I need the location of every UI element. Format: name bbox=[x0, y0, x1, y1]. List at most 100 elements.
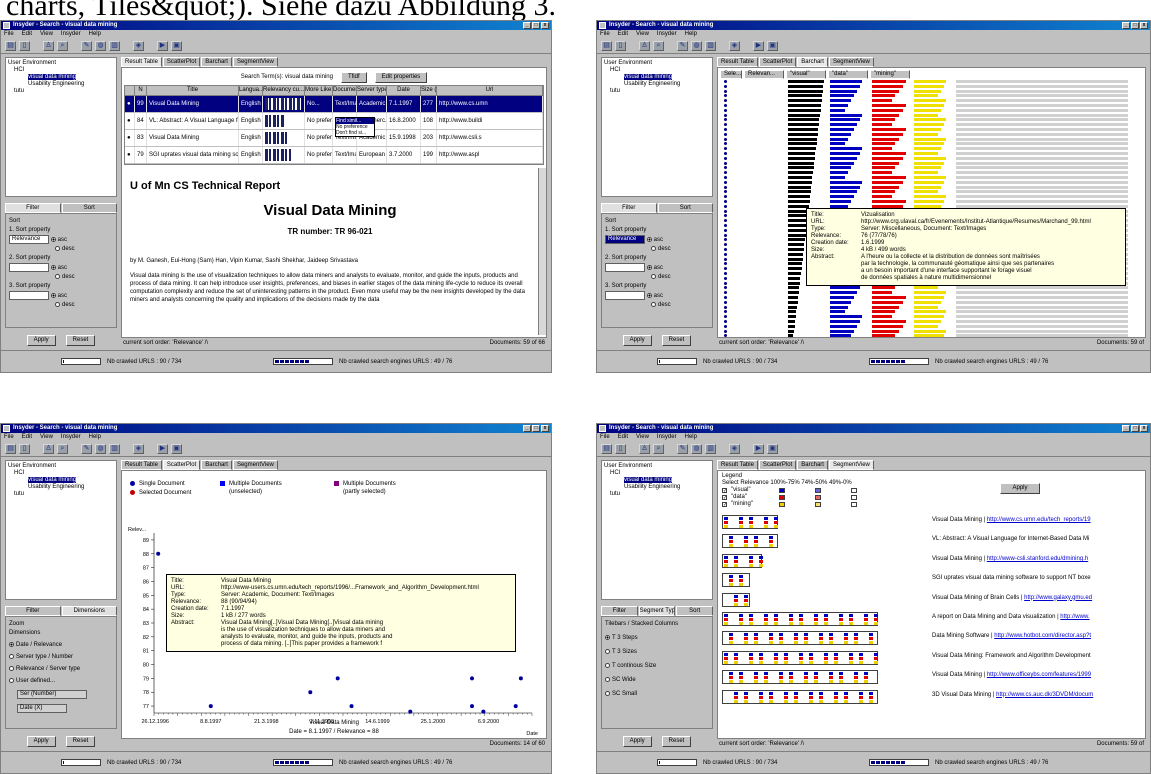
col-header[interactable]: Url bbox=[437, 86, 543, 95]
bar-segment[interactable] bbox=[830, 147, 863, 151]
reset-button[interactable]: Reset bbox=[65, 334, 96, 346]
bar-segment[interactable] bbox=[914, 94, 938, 98]
new-search-icon[interactable]: ▤ bbox=[5, 444, 16, 454]
bar-segment[interactable] bbox=[788, 267, 802, 271]
search-icon[interactable]: ⌕ bbox=[653, 41, 664, 51]
dim-radio[interactable] bbox=[9, 653, 14, 659]
bar-segment[interactable] bbox=[914, 80, 947, 83]
row-url[interactable]: http://www.csli.s bbox=[437, 130, 543, 146]
menu-file[interactable]: File bbox=[4, 433, 14, 441]
bar-segment[interactable] bbox=[872, 286, 896, 290]
select-marker[interactable] bbox=[724, 272, 727, 275]
bar-segment[interactable] bbox=[788, 262, 803, 266]
close-button[interactable]: x bbox=[541, 425, 549, 432]
select-marker[interactable] bbox=[724, 334, 727, 337]
tab-scatterplot[interactable]: ScatterPlot bbox=[758, 460, 797, 470]
asc-radio-1[interactable] bbox=[50, 237, 56, 242]
select-marker[interactable] bbox=[724, 267, 727, 271]
segment-doc-label[interactable]: Visual Data Mining: Framework and Algori… bbox=[932, 653, 1091, 659]
menu-edit[interactable]: Edit bbox=[22, 30, 32, 38]
bar-segment[interactable] bbox=[830, 99, 851, 103]
menu-help[interactable]: Help bbox=[89, 433, 101, 441]
tilebar[interactable] bbox=[722, 553, 763, 568]
bar-segment[interactable] bbox=[872, 334, 896, 337]
bar-segment[interactable] bbox=[830, 166, 851, 170]
select-marker[interactable] bbox=[724, 132, 727, 136]
select-marker[interactable] bbox=[724, 195, 727, 199]
bar-segment[interactable] bbox=[914, 104, 944, 107]
globe-icon[interactable]: ◍ bbox=[95, 444, 106, 454]
col-header[interactable]: Size ( bbox=[421, 86, 437, 95]
tree-hci[interactable]: HCI bbox=[8, 67, 114, 74]
tab-segmentview[interactable]: SegmentView bbox=[232, 57, 278, 67]
tab-segment-types[interactable]: Segment Types bbox=[638, 606, 676, 616]
scatter-point[interactable] bbox=[156, 551, 161, 556]
tilebar[interactable] bbox=[722, 592, 750, 607]
bar-segment[interactable] bbox=[830, 118, 860, 122]
reset-button[interactable]: Reset bbox=[661, 334, 692, 346]
bar-segment[interactable] bbox=[872, 84, 903, 88]
segment-doc-label[interactable]: Visual Data Mining | http://www.cs.umn.e… bbox=[932, 517, 1091, 523]
scatter-point[interactable] bbox=[481, 709, 486, 714]
bar-segment[interactable] bbox=[788, 200, 810, 203]
edit-icon[interactable]: ✎ bbox=[677, 41, 688, 51]
row-more[interactable]: No prefere... bbox=[305, 130, 333, 146]
tile-radio[interactable] bbox=[605, 634, 610, 640]
book-icon[interactable]: ▥ bbox=[109, 41, 120, 51]
bar-segment[interactable] bbox=[872, 200, 907, 203]
bar-segment[interactable] bbox=[872, 80, 907, 83]
bar-segment[interactable] bbox=[872, 166, 896, 170]
bar-segment[interactable] bbox=[830, 180, 863, 184]
bar-segment[interactable] bbox=[788, 84, 824, 88]
minimize-button[interactable]: _ bbox=[523, 425, 531, 432]
select-marker[interactable] bbox=[724, 94, 727, 98]
bar-segment[interactable] bbox=[872, 305, 899, 309]
sort-property-1-select[interactable]: Relevance bbox=[9, 235, 49, 244]
edit-icon[interactable]: ✎ bbox=[81, 41, 92, 51]
col-header[interactable]: Relevan... bbox=[744, 70, 784, 79]
bar-segment[interactable] bbox=[788, 243, 805, 247]
select-marker[interactable] bbox=[724, 108, 727, 112]
segment-doc-label[interactable]: Visual Data Mining of Brain Cells | http… bbox=[932, 595, 1092, 601]
bar-segment[interactable] bbox=[914, 132, 938, 136]
users-icon[interactable]: ♙ bbox=[639, 41, 650, 51]
select-marker[interactable] bbox=[724, 171, 727, 175]
tilebar[interactable] bbox=[722, 515, 778, 529]
bar-segment[interactable] bbox=[830, 171, 848, 175]
select-marker[interactable] bbox=[724, 89, 727, 93]
bar-segment[interactable] bbox=[788, 147, 816, 151]
bar-segment[interactable] bbox=[788, 94, 823, 98]
tilebar[interactable] bbox=[722, 670, 878, 685]
bar-segment[interactable] bbox=[872, 104, 907, 107]
select-marker[interactable] bbox=[724, 252, 727, 256]
tree-item-tutu[interactable]: tutu bbox=[8, 491, 114, 498]
desc-radio-1[interactable] bbox=[55, 246, 60, 251]
bar-segment[interactable] bbox=[872, 310, 896, 314]
select-marker[interactable] bbox=[724, 243, 727, 247]
play-icon[interactable]: ▶ bbox=[157, 444, 168, 454]
maximize-button[interactable]: □ bbox=[1131, 22, 1139, 29]
select-marker[interactable] bbox=[724, 262, 727, 266]
segment-row[interactable]: Data Mining Software | http://www.hotbot… bbox=[722, 629, 1143, 646]
tree-item-usability[interactable]: Usability Engineering bbox=[8, 484, 114, 491]
dim-radio[interactable] bbox=[9, 677, 14, 683]
segment-apply-button[interactable]: Apply bbox=[1000, 483, 1040, 494]
sort-property-3-select[interactable] bbox=[9, 291, 49, 301]
bar-segment[interactable] bbox=[830, 300, 851, 304]
select-marker[interactable] bbox=[724, 233, 727, 237]
minimize-button[interactable]: _ bbox=[1122, 425, 1130, 432]
bar-segment[interactable] bbox=[788, 219, 808, 223]
bar-segment[interactable] bbox=[914, 118, 947, 122]
bar-segment[interactable] bbox=[830, 176, 846, 179]
tilebar[interactable] bbox=[722, 573, 750, 588]
segment-row[interactable]: Visual Data Mining | http://www.cs.umn.e… bbox=[722, 513, 1143, 529]
minimize-button[interactable]: _ bbox=[1122, 22, 1130, 29]
play-icon[interactable]: ▶ bbox=[753, 444, 764, 454]
apply-button[interactable]: Apply bbox=[26, 334, 56, 346]
bar-segment[interactable] bbox=[788, 324, 795, 328]
bar-segment[interactable] bbox=[872, 161, 899, 165]
select-marker[interactable] bbox=[724, 329, 727, 333]
segment-doc-label[interactable]: 3D Visual Data Mining | http://www.cs.au… bbox=[932, 692, 1093, 698]
menu-edit[interactable]: Edit bbox=[618, 433, 628, 441]
segment-doc-url[interactable]: http://www.galaxy.gmu.ed bbox=[1024, 595, 1092, 601]
